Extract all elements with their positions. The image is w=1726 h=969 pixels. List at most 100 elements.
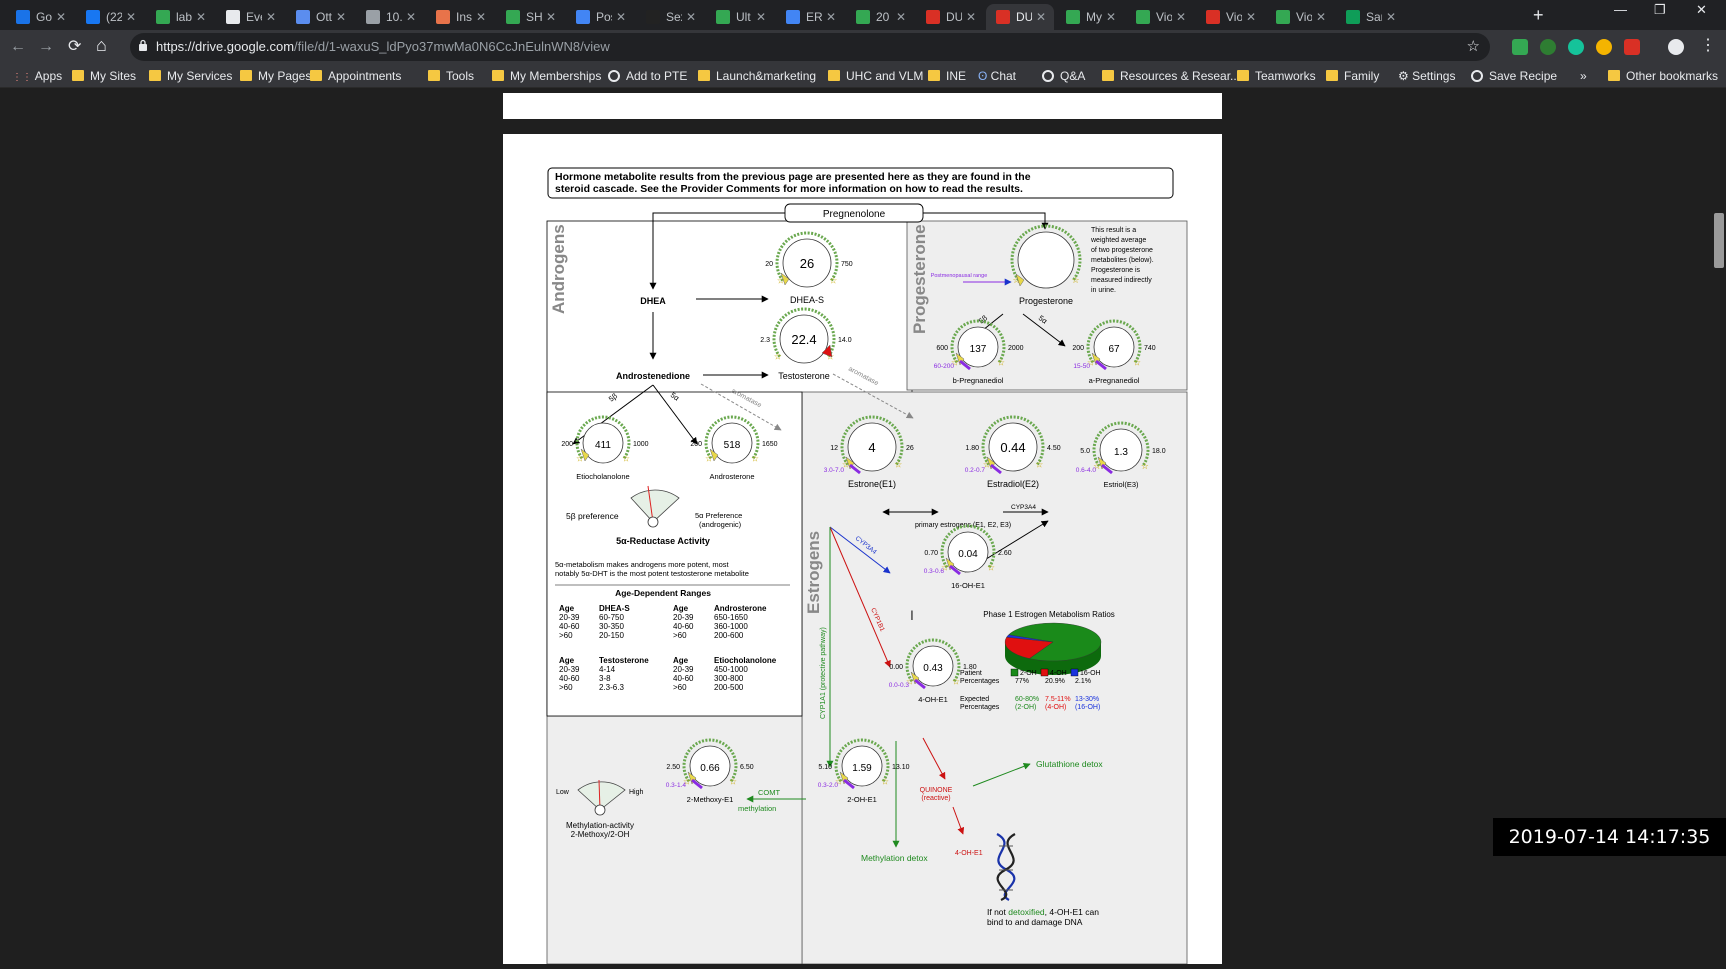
tab-strip: + — ❐ ✕ Goo ✕ (22) ✕ labs ✕ Eve ✕ Otte ✕ 10. ✕ Inst ✕… (0, 0, 1726, 30)
tab-20[interactable]: San ✕ (1336, 4, 1404, 30)
other-bookmarks[interactable]: Other bookmarks (1608, 68, 1718, 84)
close-tab-icon[interactable]: ✕ (1386, 4, 1396, 30)
phase1-title: Phase 1 Estrogen Metabolism Ratios (983, 610, 1115, 619)
profile-avatar[interactable] (1668, 39, 1684, 55)
extension-mail-icon[interactable] (1624, 39, 1640, 55)
bookmark-16[interactable]: Family (1326, 68, 1379, 84)
tab-2[interactable]: (22) ✕ (76, 4, 144, 30)
bookmark-1[interactable]: ⋮⋮ Apps (12, 68, 62, 84)
link-icon (296, 10, 310, 24)
bookmark-10[interactable]: UHC and VLM (828, 68, 923, 84)
close-tab-icon[interactable]: ✕ (1106, 4, 1116, 30)
bookmark-6[interactable]: Tools (428, 68, 474, 84)
more-bookmarks-button[interactable]: » (1580, 68, 1587, 84)
address-bar[interactable]: https://drive.google.com/file/d/1-waxuS_… (130, 33, 1490, 61)
tab-16[interactable]: My ✕ (1056, 4, 1124, 30)
tab-title: Vio (1296, 10, 1312, 24)
tab-7[interactable]: Inst ✕ (426, 4, 494, 30)
pdf-viewer[interactable]: Hormone metabolite results from the prev… (0, 88, 1726, 965)
close-tab-icon[interactable]: ✕ (196, 4, 206, 30)
gauge-max: 4.50 (1047, 445, 1061, 452)
tab-18[interactable]: Vio ✕ (1196, 4, 1264, 30)
close-tab-icon[interactable]: ✕ (546, 4, 556, 30)
bookmark-15[interactable]: Teamworks (1237, 68, 1316, 84)
close-tab-icon[interactable]: ✕ (406, 4, 416, 30)
gauge-value: 0.04 (958, 549, 978, 560)
tab-3[interactable]: labs ✕ (146, 4, 214, 30)
bookmark-12[interactable]: ʘ Chat (978, 68, 1016, 84)
close-tab-icon[interactable]: ✕ (1176, 4, 1186, 30)
extension-cast-icon[interactable] (1512, 39, 1528, 55)
bookmark-8[interactable]: Add to PTE (608, 68, 687, 84)
progesterone-note-line: of two progesterone (1091, 247, 1153, 254)
extension-honey-icon[interactable] (1596, 39, 1612, 55)
bookmark-18[interactable]: Save Recipe (1471, 68, 1557, 84)
tab-11[interactable]: Ult ✕ (706, 4, 774, 30)
tab-12[interactable]: ERC ✕ (776, 4, 844, 30)
age-table-cell: DHEA-S (599, 604, 630, 613)
close-tab-icon[interactable]: ✕ (476, 4, 486, 30)
tab-19[interactable]: Vio ✕ (1266, 4, 1334, 30)
bookmark-17[interactable]: ⚙ Settings (1398, 68, 1455, 84)
extension-evernote-icon[interactable] (1540, 39, 1556, 55)
bookmark-14[interactable]: Resources & Resear... (1102, 68, 1240, 84)
bookmark-label: Family (1344, 69, 1380, 83)
bookmark-11[interactable]: INE (928, 68, 966, 84)
folder-icon (1608, 70, 1620, 81)
age-table-cell: 40-60 (559, 622, 580, 631)
close-tab-icon[interactable]: ✕ (1036, 4, 1046, 30)
age-table-cell: Age (559, 604, 575, 613)
close-tab-icon[interactable]: ✕ (56, 4, 66, 30)
bookmark-7[interactable]: My Memberships (492, 68, 601, 84)
close-tab-icon[interactable]: ✕ (266, 4, 276, 30)
bookmark-3[interactable]: My Services (149, 68, 232, 84)
tab-5[interactable]: Otte ✕ (286, 4, 354, 30)
tab-13[interactable]: 20 ✕ (846, 4, 914, 30)
tab-15[interactable]: DU ✕ (986, 4, 1054, 30)
close-tab-icon[interactable]: ✕ (826, 4, 836, 30)
close-tab-icon[interactable]: ✕ (126, 4, 136, 30)
tab-4[interactable]: Eve ✕ (216, 4, 284, 30)
close-tab-icon[interactable]: ✕ (966, 4, 976, 30)
back-button[interactable]: ← (10, 37, 26, 57)
bookmark-9[interactable]: Launch&marketing (698, 68, 816, 84)
close-tab-icon[interactable]: ✕ (336, 4, 346, 30)
close-tab-icon[interactable]: ✕ (896, 4, 906, 30)
reload-button[interactable]: ⟳ (68, 37, 81, 57)
close-tab-icon[interactable]: ✕ (686, 4, 696, 30)
extension-grammarly-icon[interactable] (1568, 39, 1584, 55)
tab-8[interactable]: SHI ✕ (496, 4, 564, 30)
tab-9[interactable]: Pos ✕ (566, 4, 634, 30)
close-window-button[interactable]: ✕ (1696, 2, 1707, 18)
bookmark-4[interactable]: My Pages (240, 68, 311, 84)
close-tab-icon[interactable]: ✕ (616, 4, 626, 30)
close-tab-icon[interactable]: ✕ (1316, 4, 1326, 30)
menu-kebab-icon[interactable]: ⋮ (1700, 36, 1716, 56)
minimize-button[interactable]: — (1614, 2, 1627, 17)
bookmark-2[interactable]: My Sites (72, 68, 136, 84)
bookmark-5[interactable]: Appointments (310, 68, 401, 84)
new-tab-button[interactable]: + (1533, 4, 1544, 26)
age-table-cell: 40-60 (673, 622, 694, 631)
high-label: High (629, 789, 644, 796)
tab-14[interactable]: DU ✕ (916, 4, 984, 30)
age-table-cell: 4-14 (599, 665, 616, 674)
tab-1[interactable]: Goo ✕ (6, 4, 74, 30)
scrollbar-thumb[interactable] (1714, 213, 1724, 268)
androstenedione-label: Androstenedione (616, 371, 690, 381)
bookmark-star-icon[interactable]: ☆ (1467, 37, 1480, 55)
forward-button[interactable]: → (38, 37, 54, 57)
drive-icon (506, 10, 520, 24)
restore-button[interactable]: ❐ (1654, 2, 1666, 18)
tab-6[interactable]: 10. ✕ (356, 4, 424, 30)
progesterone-note-line: metabolites (below). (1091, 257, 1154, 264)
tab-10[interactable]: Sex ✕ (636, 4, 704, 30)
gauge-value: 26 (800, 256, 814, 271)
close-tab-icon[interactable]: ✕ (756, 4, 766, 30)
close-tab-icon[interactable]: ✕ (1246, 4, 1256, 30)
gauge-value: 411 (595, 440, 611, 451)
home-button[interactable]: ⌂ (96, 35, 107, 55)
reductase-left: 5β preference (566, 511, 619, 521)
tab-17[interactable]: Vio ✕ (1126, 4, 1194, 30)
bookmark-13[interactable]: Q&A (1042, 68, 1085, 84)
